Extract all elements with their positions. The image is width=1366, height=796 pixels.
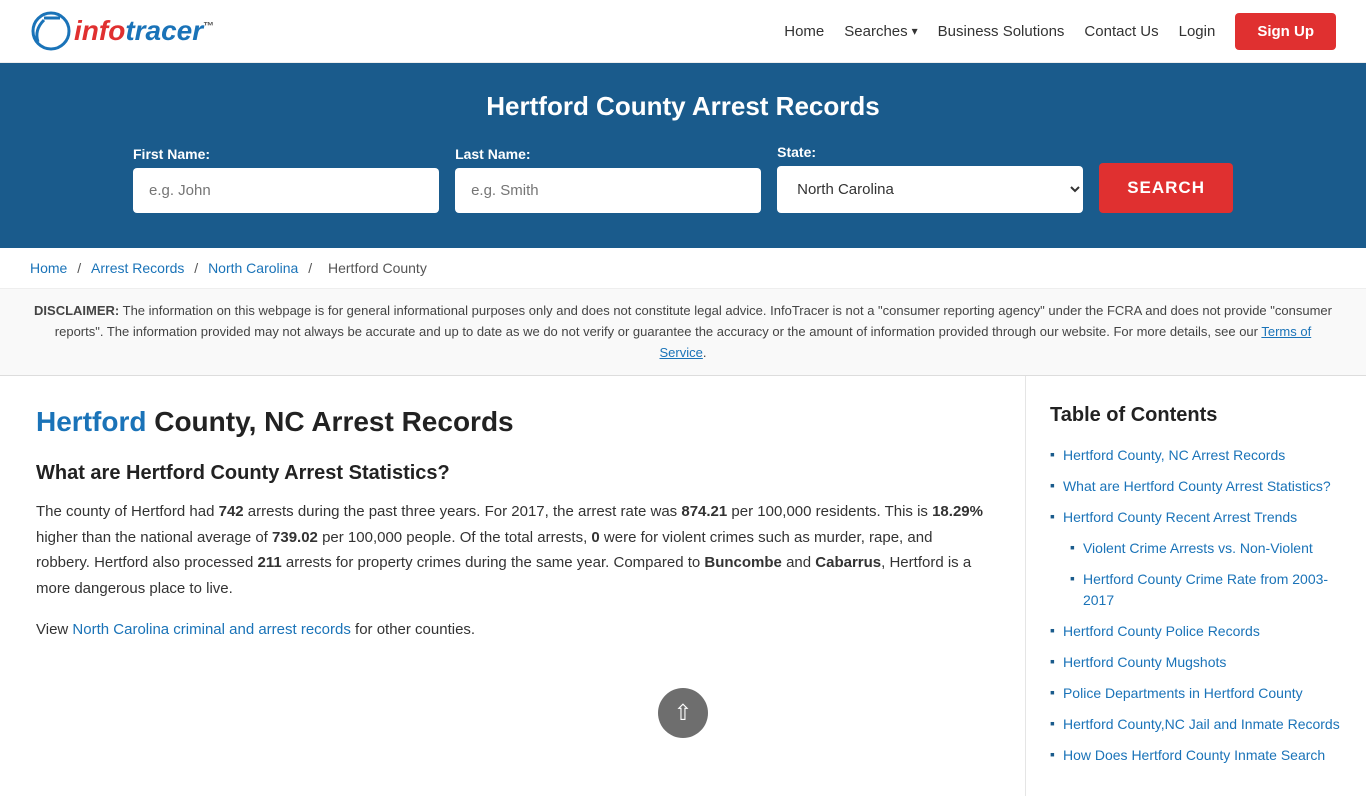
main-nav: Home Searches ▾ Business Solutions Conta… <box>784 13 1336 50</box>
stat-rate: 874.21 <box>681 503 727 520</box>
login-button[interactable]: Login <box>1179 23 1216 40</box>
stat-arrests: 742 <box>219 503 244 520</box>
page-title: Hertford County Arrest Records <box>30 91 1336 122</box>
disclaimer-text: The information on this webpage is for g… <box>55 303 1332 339</box>
toc-item-1: Hertford County, NC Arrest Records <box>1050 445 1342 466</box>
article-subheading: What are Hertford County Arrest Statisti… <box>36 462 989 485</box>
breadcrumb-north-carolina[interactable]: North Carolina <box>208 260 298 276</box>
breadcrumb-county: Hertford County <box>328 260 427 276</box>
toc-link-5[interactable]: Hertford County Crime Rate from 2003-201… <box>1083 569 1342 611</box>
toc-list: Hertford County, NC Arrest Records What … <box>1050 445 1342 766</box>
buncombe-link: Buncombe <box>704 554 782 571</box>
header: infotracer™ Home Searches ▾ Business Sol… <box>0 0 1366 63</box>
article-heading: Hertford County, NC Arrest Records <box>36 406 989 438</box>
state-group: State: North Carolina <box>777 144 1083 213</box>
first-name-label: First Name: <box>133 146 210 162</box>
breadcrumb-separator-3: / <box>308 260 316 276</box>
stat-property: 211 <box>258 554 282 571</box>
toc-link-3[interactable]: Hertford County Recent Arrest Trends <box>1063 507 1297 528</box>
search-button[interactable]: SEARCH <box>1099 163 1233 213</box>
content-article: Hertford County, NC Arrest Records What … <box>0 376 1026 796</box>
search-form: First Name: Last Name: State: North Caro… <box>133 144 1233 213</box>
toc-link-2[interactable]: What are Hertford County Arrest Statisti… <box>1063 476 1331 497</box>
logo: infotracer™ <box>30 10 214 52</box>
breadcrumb-separator-2: / <box>194 260 202 276</box>
scroll-to-top-button[interactable]: ⇧ <box>658 688 708 738</box>
toc-item-5-sub: Hertford County Crime Rate from 2003-201… <box>1070 569 1342 611</box>
nc-criminal-records-link[interactable]: North Carolina criminal and arrest recor… <box>72 621 350 638</box>
state-label: State: <box>777 144 816 160</box>
cabarrus-link: Cabarrus <box>815 554 881 571</box>
nav-searches[interactable]: Searches ▾ <box>844 23 917 40</box>
nav-contact-us[interactable]: Contact Us <box>1084 23 1158 40</box>
breadcrumb-arrest-records[interactable]: Arrest Records <box>91 260 184 276</box>
hero-section: Hertford County Arrest Records First Nam… <box>0 63 1366 248</box>
toc-link-7[interactable]: Hertford County Mugshots <box>1063 652 1226 673</box>
last-name-group: Last Name: <box>455 146 761 213</box>
toc-title: Table of Contents <box>1050 404 1342 427</box>
toc-item-8: Police Departments in Hertford County <box>1050 683 1342 704</box>
searches-chevron-icon: ▾ <box>912 24 918 38</box>
toc-item-6: Hertford County Police Records <box>1050 621 1342 642</box>
state-select[interactable]: North Carolina <box>777 166 1083 213</box>
toc-item-10: How Does Hertford County Inmate Search <box>1050 745 1342 766</box>
toc-link-6[interactable]: Hertford County Police Records <box>1063 621 1260 642</box>
toc-link-4[interactable]: Violent Crime Arrests vs. Non-Violent <box>1083 538 1313 559</box>
sidebar: Table of Contents Hertford County, NC Ar… <box>1026 376 1366 796</box>
paragraph2-suffix: for other counties. <box>351 621 475 638</box>
breadcrumb-home[interactable]: Home <box>30 260 67 276</box>
toc-link-10[interactable]: How Does Hertford County Inmate Search <box>1063 745 1325 766</box>
toc-link-8[interactable]: Police Departments in Hertford County <box>1063 683 1303 704</box>
logo-icon <box>30 10 72 52</box>
breadcrumb: Home / Arrest Records / North Carolina /… <box>0 248 1366 289</box>
heading-highlight: Hertford <box>36 406 146 437</box>
last-name-input[interactable] <box>455 168 761 213</box>
toc-item-7: Hertford County Mugshots <box>1050 652 1342 673</box>
breadcrumb-separator-1: / <box>77 260 85 276</box>
toc-link-9[interactable]: Hertford County,NC Jail and Inmate Recor… <box>1063 714 1340 735</box>
stat-percent: 18.29% <box>932 503 983 520</box>
paragraph2-prefix: View <box>36 621 72 638</box>
nav-home[interactable]: Home <box>784 23 824 40</box>
toc-item-2: What are Hertford County Arrest Statisti… <box>1050 476 1342 497</box>
disclaimer-bar: DISCLAIMER: The information on this webp… <box>0 289 1366 376</box>
toc-link-1[interactable]: Hertford County, NC Arrest Records <box>1063 445 1285 466</box>
stat-national-avg: 739.02 <box>272 529 318 546</box>
stat-violent: 0 <box>591 529 599 546</box>
article-paragraph-2: View North Carolina criminal and arrest … <box>36 617 989 643</box>
first-name-group: First Name: <box>133 146 439 213</box>
signup-button[interactable]: Sign Up <box>1235 13 1336 50</box>
disclaimer-label: DISCLAIMER: <box>34 303 119 318</box>
logo-tm: ™ <box>203 21 214 33</box>
toc-item-4-sub: Violent Crime Arrests vs. Non-Violent <box>1070 538 1342 559</box>
heading-rest: County, NC Arrest Records <box>146 406 513 437</box>
first-name-input[interactable] <box>133 168 439 213</box>
nav-business-solutions[interactable]: Business Solutions <box>938 23 1065 40</box>
last-name-label: Last Name: <box>455 146 530 162</box>
toc-item-3: Hertford County Recent Arrest Trends <box>1050 507 1342 528</box>
logo-info-text: info <box>74 15 125 46</box>
logo-tracer-text: tracer <box>125 15 203 46</box>
article-paragraph-1: The county of Hertford had 742 arrests d… <box>36 499 989 601</box>
toc-item-9: Hertford County,NC Jail and Inmate Recor… <box>1050 714 1342 735</box>
